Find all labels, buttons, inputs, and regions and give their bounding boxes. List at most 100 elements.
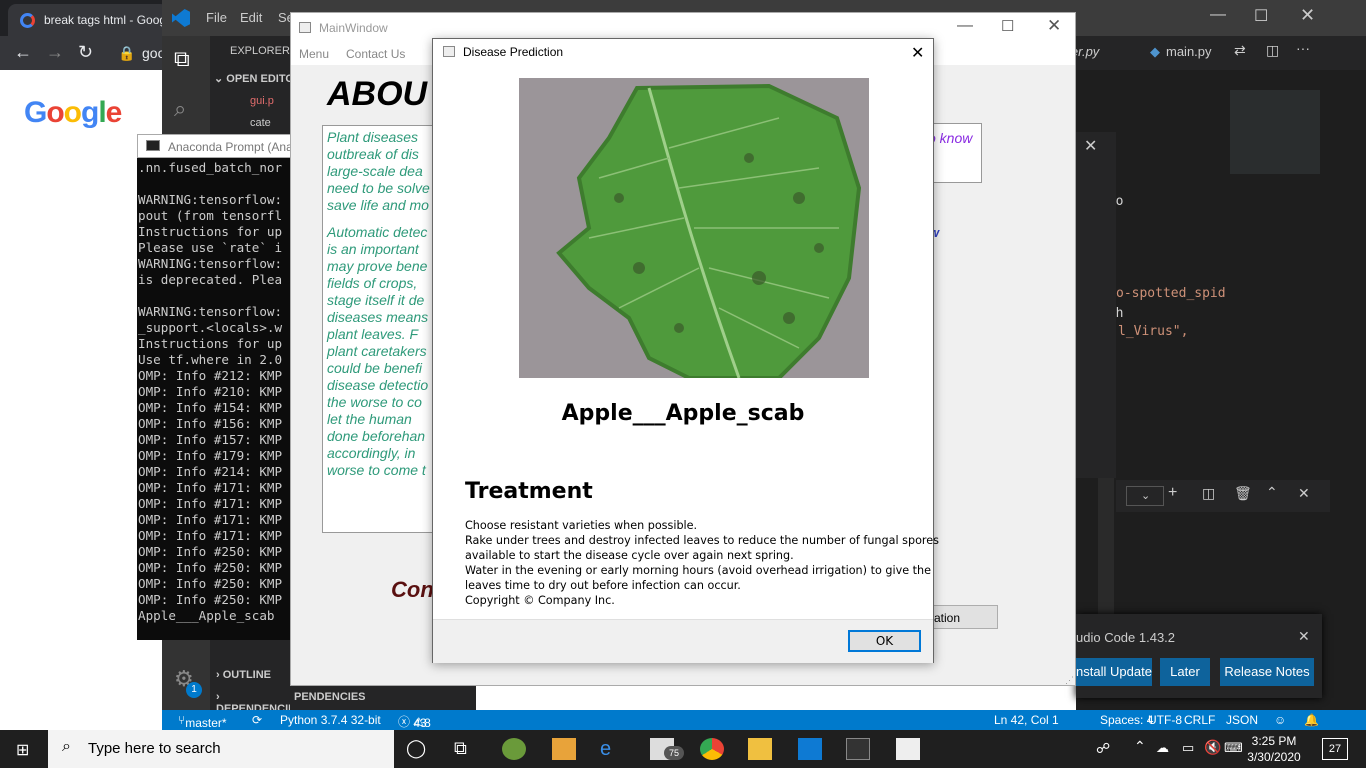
- about-paragraph: Automatic detec is an important may prove …: [327, 224, 447, 479]
- menu-contact-us[interactable]: Contact Us: [346, 47, 405, 61]
- console-line: Use tf.where in 2.0: [138, 352, 283, 367]
- maximize-icon[interactable]: ☐: [1001, 17, 1014, 35]
- release-notes-button[interactable]: Release Notes: [1220, 658, 1314, 686]
- taskbar: ⊞ ⌕ Type here to search ◯ ⧉ e 75 ☍ ⌃ ☁ ▭…: [0, 730, 1366, 768]
- file-gui[interactable]: gui.p: [250, 95, 274, 107]
- people-icon[interactable]: ☍: [1096, 740, 1110, 757]
- git-branch[interactable]: ⑂ master*: [178, 713, 227, 730]
- menu-edit[interactable]: Edit: [240, 10, 262, 25]
- status-bar: ⑂ master* ⟳ Python 3.7.4 32-bit ⓧ 43 ⚠ 8…: [162, 710, 1366, 730]
- action-center-icon[interactable]: 27: [1322, 738, 1348, 760]
- close-icon[interactable]: ✕: [1300, 5, 1315, 26]
- add-terminal-icon[interactable]: +: [1168, 484, 1177, 502]
- console-line: OMP: Info #171: KMP: [138, 496, 283, 511]
- line-ending[interactable]: CRLF: [1184, 713, 1215, 727]
- vscode-taskbar-icon[interactable]: [798, 738, 822, 760]
- close-icon[interactable]: ✕: [911, 43, 924, 63]
- ok-button[interactable]: OK: [848, 630, 921, 652]
- google-logo: Google: [24, 96, 122, 129]
- console-line: OMP: Info #250: KMP: [138, 560, 283, 575]
- close-panel-icon[interactable]: ✕: [1084, 136, 1097, 156]
- explorer-icon[interactable]: ⧉: [174, 46, 190, 72]
- anaconda-title: Anaconda Prompt (Ana: [168, 140, 293, 154]
- cortana-icon[interactable]: ◯: [406, 738, 426, 759]
- more-actions-icon[interactable]: ···: [1296, 40, 1310, 56]
- problems-count[interactable]: ⓧ 43 ⚠ 8: [398, 713, 431, 730]
- code-line: o-spotted_spid: [1116, 286, 1226, 301]
- task-view-icon[interactable]: ⧉: [454, 738, 467, 759]
- about-line: fields of crops,: [327, 275, 418, 291]
- open-editors-header[interactable]: ⌄ OPEN EDITO: [214, 72, 294, 85]
- console-line: Instructions for up: [138, 224, 283, 239]
- file-cate[interactable]: cate: [250, 117, 271, 129]
- android-studio-icon[interactable]: [502, 738, 526, 760]
- chrome-tab[interactable]: break tags html - Goog: [8, 4, 168, 36]
- store-icon[interactable]: [552, 738, 576, 760]
- windows-start-icon[interactable]: ⊞: [16, 740, 29, 760]
- file-explorer-icon[interactable]: [748, 738, 772, 760]
- about-line: let the human: [327, 411, 412, 427]
- menu-menu[interactable]: Menu: [299, 47, 329, 61]
- split-editor-icon[interactable]: ◫: [1266, 42, 1279, 59]
- close-notification-icon[interactable]: ✕: [1298, 628, 1310, 645]
- explorer-label: EXPLORER: [230, 45, 290, 57]
- onedrive-icon[interactable]: ☁: [1156, 740, 1169, 756]
- chevron-up-icon[interactable]: ⌃: [1266, 484, 1278, 501]
- volume-icon[interactable]: 🔇: [1204, 739, 1221, 756]
- minimap[interactable]: [1230, 90, 1320, 174]
- about-line: is an important: [327, 241, 419, 257]
- chrome-icon[interactable]: [700, 738, 724, 760]
- minimize-icon[interactable]: —: [1210, 6, 1226, 24]
- later-button[interactable]: Later: [1160, 658, 1210, 686]
- about-paragraph: Plant diseases outbreak of dis large-scale…: [327, 129, 447, 214]
- console-line: WARNING:tensorflow:: [138, 304, 283, 319]
- encoding[interactable]: UTF-8: [1148, 713, 1182, 727]
- close-panel-icon[interactable]: ✕: [1298, 485, 1310, 502]
- back-icon[interactable]: ←: [14, 42, 32, 63]
- console-line: Please use `rate` i: [138, 240, 283, 255]
- terminal-select[interactable]: ⌄: [1126, 486, 1164, 506]
- taskbar-clock[interactable]: 3:25 PM 3/30/2020: [1244, 733, 1304, 765]
- application-button[interactable]: cation: [927, 605, 998, 629]
- about-line: worse to come t: [327, 462, 426, 478]
- feedback-icon[interactable]: ☺: [1274, 713, 1286, 727]
- console-line: OMP: Info #214: KMP: [138, 464, 283, 479]
- anaconda-prompt-window: Anaconda Prompt (Ana .nn.fused_batch_nor…: [137, 134, 297, 640]
- search-icon[interactable]: ⌕: [174, 96, 186, 122]
- close-icon[interactable]: ✕: [1047, 16, 1061, 36]
- battery-icon[interactable]: ▭: [1182, 740, 1194, 756]
- split-terminal-icon[interactable]: ◫: [1202, 485, 1215, 502]
- main-window-title: MainWindow: [319, 21, 388, 35]
- taskbar-search[interactable]: ⌕ Type here to search: [48, 730, 394, 768]
- python-interpreter[interactable]: Python 3.7.4 32-bit: [280, 713, 381, 727]
- sync-icon[interactable]: ⟳: [252, 713, 262, 727]
- terminal-icon: [146, 140, 160, 151]
- trash-icon[interactable]: 🗑: [1234, 485, 1252, 502]
- python-app-taskbar-icon[interactable]: [896, 738, 920, 760]
- language-mode[interactable]: JSON: [1226, 713, 1258, 727]
- predicted-disease-label: Apple___Apple_scab: [561, 401, 805, 426]
- outline-section[interactable]: › OUTLINE: [216, 669, 271, 681]
- about-heading: ABOU: [327, 75, 428, 113]
- dialog-footer: OK: [433, 619, 933, 663]
- minimize-icon[interactable]: —: [957, 17, 973, 35]
- reload-icon[interactable]: ↻: [78, 42, 93, 63]
- cursor-position[interactable]: Ln 42, Col 1: [994, 713, 1059, 727]
- bell-icon[interactable]: 🔔: [1304, 713, 1319, 727]
- install-update-button[interactable]: nstall Update: [1076, 658, 1152, 686]
- compare-icon[interactable]: ⇄: [1234, 42, 1246, 59]
- clock-date: 3/30/2020: [1247, 750, 1301, 764]
- tab-main[interactable]: main.py: [1166, 44, 1212, 59]
- resize-grip-icon[interactable]: ⋰: [1065, 675, 1074, 685]
- menu-file[interactable]: File: [206, 10, 227, 25]
- ime-icon[interactable]: ⌨: [1224, 740, 1243, 756]
- chevron-up-icon[interactable]: ⌃: [1134, 738, 1146, 755]
- forward-icon[interactable]: →: [46, 42, 64, 63]
- indentation[interactable]: Spaces: 4: [1100, 713, 1153, 727]
- treatment-line: leaves time to dry out before infection …: [465, 579, 741, 592]
- maximize-icon[interactable]: ☐: [1254, 6, 1268, 26]
- terminal-taskbar-icon[interactable]: [846, 738, 870, 760]
- treatment-text: Choose resistant varieties when possible…: [465, 518, 939, 608]
- edge-icon[interactable]: e: [600, 738, 624, 760]
